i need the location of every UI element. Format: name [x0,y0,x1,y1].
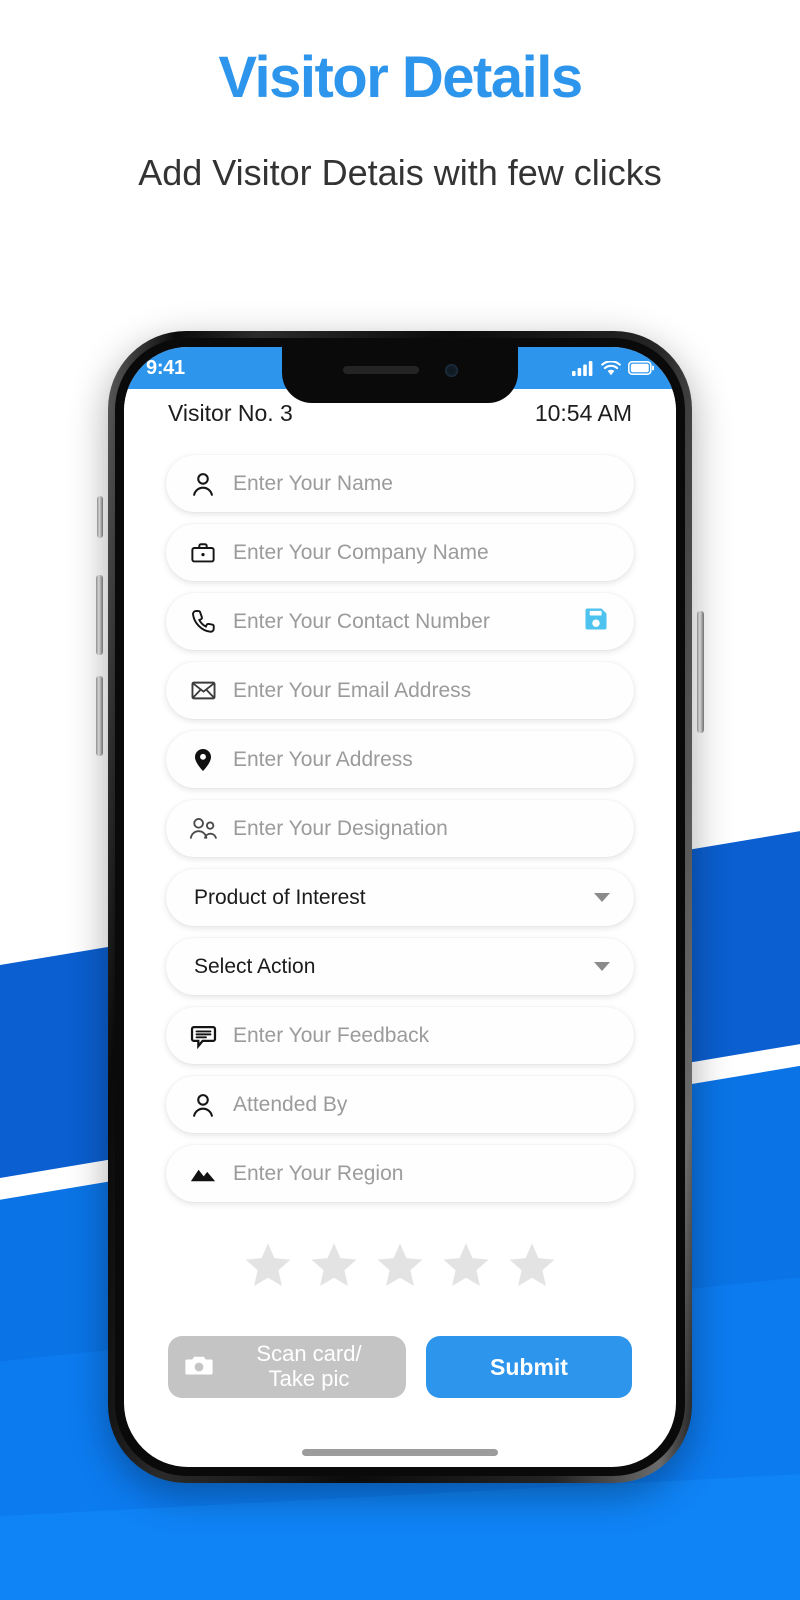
wifi-icon [601,360,621,375]
person-icon [188,1090,218,1120]
people-icon [188,814,218,844]
page-title: Visitor Details [218,45,583,110]
volume-up-button[interactable] [96,575,103,655]
product-of-interest-value[interactable]: Product of Interest [188,886,579,910]
current-time-label: 10:54 AM [534,399,632,426]
email-field[interactable]: Enter Your Email Address [166,662,634,719]
person-icon [188,469,218,499]
phone-mockup: 9:41 Visitor No. 3 10:54 AM Enter Your N… [96,331,704,1483]
status-bar-time: 9:41 [146,356,185,379]
submit-button[interactable]: Submit [426,1336,632,1398]
star-icon[interactable] [309,1240,359,1290]
star-icon[interactable] [507,1240,557,1290]
star-icon[interactable] [375,1240,425,1290]
battery-icon [628,361,654,375]
action-buttons: Scan card/Take pic Submit [166,1336,634,1398]
visitor-number-label: Visitor No. 3 [168,399,293,426]
page-subtitle: Add Visitor Detais with few clicks [138,151,662,193]
select-action-value[interactable]: Select Action [188,955,579,979]
camera-icon [184,1350,214,1385]
address-input[interactable]: Enter Your Address [233,748,612,772]
phone-screen: 9:41 Visitor No. 3 10:54 AM Enter Your N… [124,347,676,1467]
power-button[interactable] [697,611,704,733]
page-header: Visitor Details Add Visitor Detais with … [0,0,800,199]
company-input[interactable]: Enter Your Company Name [233,541,612,565]
address-field[interactable]: Enter Your Address [166,731,634,788]
location-pin-icon [188,745,218,775]
select-action-select[interactable]: Select Action [166,938,634,995]
region-field[interactable]: Enter Your Region [166,1145,634,1202]
signal-bars-icon [572,360,593,376]
save-icon[interactable] [582,605,612,638]
scan-card-button[interactable]: Scan card/Take pic [168,1336,406,1398]
visitor-form: Enter Your Name Enter Your Company Name … [124,439,676,1467]
company-field[interactable]: Enter Your Company Name [166,524,634,581]
name-field[interactable]: Enter Your Name [166,455,634,512]
phone-notch [282,347,518,403]
name-input[interactable]: Enter Your Name [233,472,612,496]
region-input[interactable]: Enter Your Region [233,1162,612,1186]
contact-number-input[interactable]: Enter Your Contact Number [233,610,567,634]
mountains-icon [188,1159,218,1189]
silent-switch-button[interactable] [97,496,103,538]
phone-icon [188,607,218,637]
designation-field[interactable]: Enter Your Designation [166,800,634,857]
designation-input[interactable]: Enter Your Designation [233,817,612,841]
contact-number-field[interactable]: Enter Your Contact Number [166,593,634,650]
scan-card-label: Scan card/Take pic [256,1341,362,1391]
feedback-field[interactable]: Enter Your Feedback [166,1007,634,1064]
email-input[interactable]: Enter Your Email Address [233,679,612,703]
earpiece-speaker [342,366,419,374]
chevron-down-icon[interactable] [594,962,610,971]
star-icon[interactable] [243,1240,293,1290]
front-camera-icon [444,363,458,377]
product-of-interest-select[interactable]: Product of Interest [166,869,634,926]
attended-by-input[interactable]: Attended By [233,1093,612,1117]
briefcase-icon [188,538,218,568]
status-bar-icons [572,360,654,376]
chat-bubble-icon [188,1021,218,1051]
phone-bezel: 9:41 Visitor No. 3 10:54 AM Enter Your N… [115,338,685,1476]
feedback-input[interactable]: Enter Your Feedback [233,1024,612,1048]
envelope-icon [188,676,218,706]
star-icon[interactable] [441,1240,491,1290]
volume-down-button[interactable] [96,676,103,756]
home-indicator[interactable] [302,1449,498,1456]
chevron-down-icon[interactable] [594,893,610,902]
attended-by-field[interactable]: Attended By [166,1076,634,1133]
rating-stars[interactable] [166,1240,634,1290]
